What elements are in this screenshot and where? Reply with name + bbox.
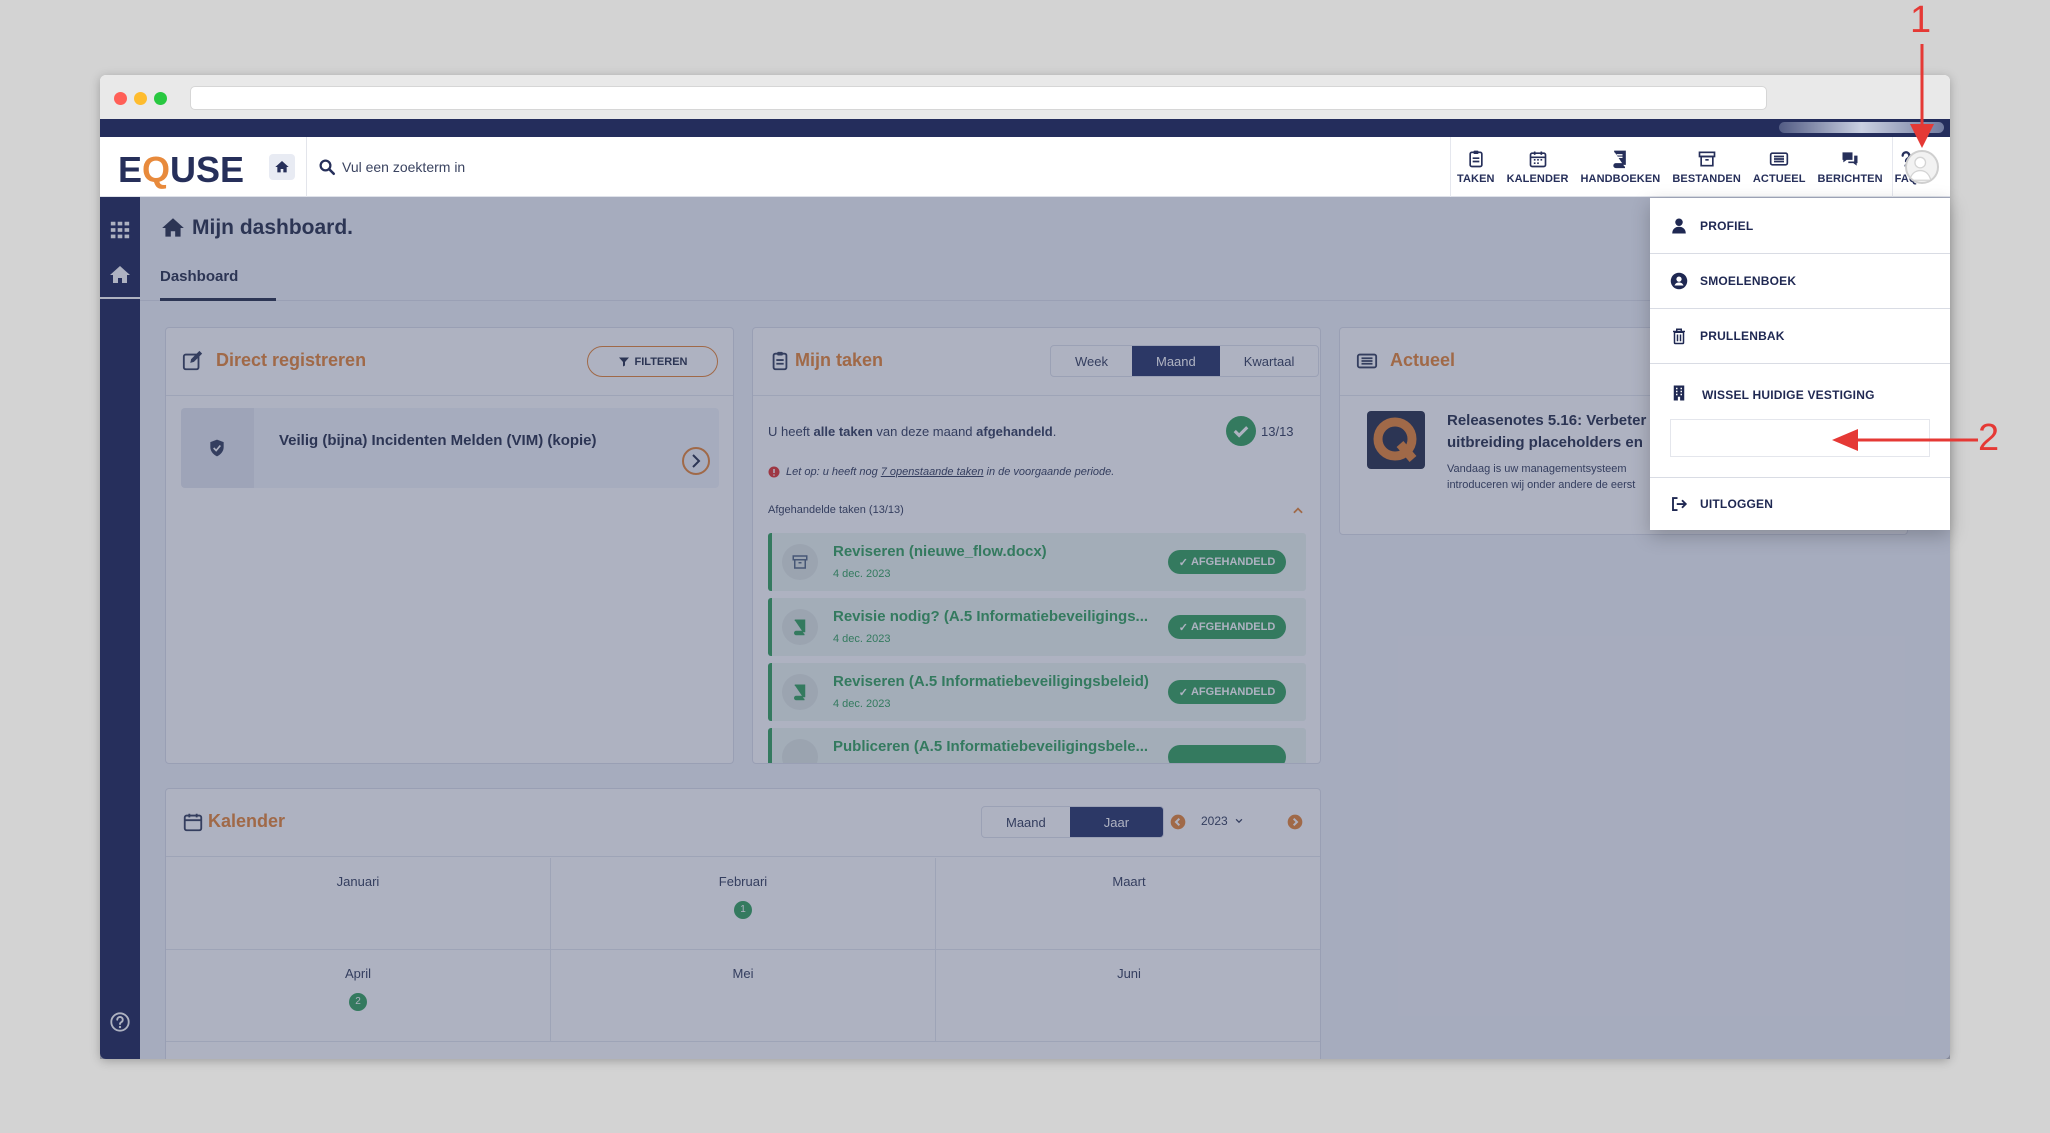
annotation-number-1: 1 [1910, 0, 1932, 41]
building-icon [1673, 385, 1685, 401]
address-bar[interactable] [190, 86, 1767, 110]
annotation-number-2: 2 [1978, 417, 2000, 459]
archive-icon [1698, 151, 1715, 167]
close-window-button[interactable] [114, 92, 127, 105]
news-icon [1770, 152, 1789, 166]
user-circle-icon [1670, 272, 1688, 290]
minimize-window-button[interactable] [134, 92, 147, 105]
clipboard-icon [1469, 150, 1483, 168]
menu-item-prullenbak[interactable]: PRULLENBAK [1650, 309, 1950, 364]
maximize-window-button[interactable] [154, 92, 167, 105]
annotation-arrow-1 [1910, 44, 1934, 148]
browser-chrome [100, 75, 1950, 119]
app-header: EQUSE TAKEN KALENDER HANDBOEKEN BESTANDE… [100, 137, 1950, 197]
sign-out-icon [1672, 497, 1688, 511]
book-icon [1613, 150, 1627, 169]
avatar [1905, 150, 1939, 184]
nav-taken[interactable]: TAKEN [1451, 137, 1501, 197]
user-icon [1672, 218, 1686, 233]
nav-berichten[interactable]: BERICHTEN [1812, 137, 1889, 197]
nav-handboeken[interactable]: HANDBOEKEN [1575, 137, 1667, 197]
home-icon [275, 161, 289, 173]
trash-icon [1673, 328, 1685, 345]
calendar-icon [1529, 151, 1546, 168]
search-input[interactable] [342, 153, 942, 181]
search-separator [306, 137, 307, 197]
nav-kalender[interactable]: KALENDER [1501, 137, 1575, 197]
menu-item-uitloggen[interactable]: UITLOGGEN [1650, 478, 1950, 530]
nav-bestanden[interactable]: BESTANDEN [1666, 137, 1747, 197]
menu-item-profiel[interactable]: PROFIEL [1650, 198, 1950, 254]
search-icon [319, 159, 336, 176]
nav-actueel[interactable]: ACTUEEL [1747, 137, 1812, 197]
equse-logo[interactable]: EQUSE [118, 149, 244, 191]
main-nav: TAKEN KALENDER HANDBOEKEN BESTANDEN ACTU… [1450, 137, 1924, 197]
annotation-arrow-2 [1832, 429, 1978, 451]
top-strip [100, 119, 1950, 137]
chat-icon [1842, 152, 1858, 166]
menu-item-smoelenboek[interactable]: SMOELENBOEK [1650, 254, 1950, 309]
user-dropdown-menu: PROFIEL SMOELENBOEK PRULLENBAK WISSEL HU… [1650, 198, 1950, 530]
home-button[interactable] [269, 154, 295, 180]
